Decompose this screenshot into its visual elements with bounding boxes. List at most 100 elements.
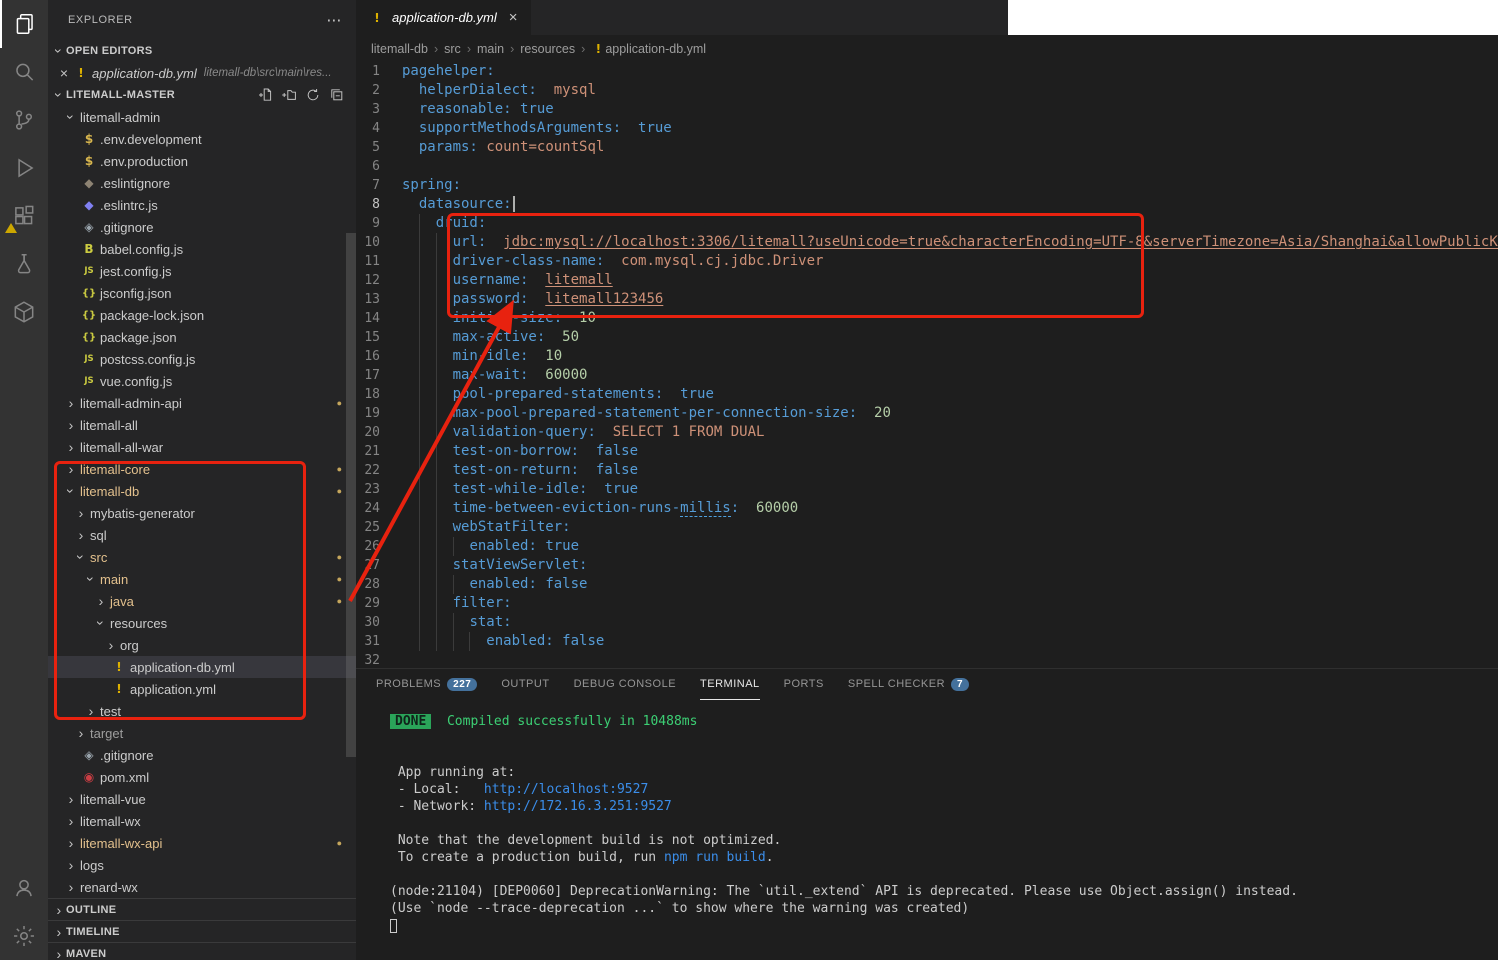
- code-line-9[interactable]: 9 druid:: [356, 214, 1498, 233]
- collapse-all-icon[interactable]: [328, 86, 346, 104]
- code-line-25[interactable]: 25 webStatFilter:: [356, 518, 1498, 537]
- more-actions-icon[interactable]: ⋯: [326, 11, 342, 29]
- tree-item-package.json[interactable]: {} package.json: [48, 326, 356, 348]
- tree-item-sql[interactable]: › sql: [48, 524, 356, 546]
- new-file-icon[interactable]: [256, 86, 274, 104]
- code-line-22[interactable]: 22 test-on-return: false: [356, 461, 1498, 480]
- code-line-14[interactable]: 14 initial-size: 10: [356, 309, 1498, 328]
- breadcrumb-main[interactable]: main: [477, 42, 504, 56]
- sidebar-scrollbar[interactable]: [346, 233, 356, 757]
- code-line-24[interactable]: 24 time-between-eviction-runs-millis: 60…: [356, 499, 1498, 518]
- tree-item-mybatis-generator[interactable]: › mybatis-generator: [48, 502, 356, 524]
- panel-tab-debug-console[interactable]: DEBUG CONSOLE: [574, 669, 676, 700]
- close-icon[interactable]: ×: [509, 9, 518, 26]
- panel-tab-problems[interactable]: PROBLEMS 227: [376, 669, 478, 700]
- code-line-31[interactable]: 31 enabled: false: [356, 632, 1498, 651]
- tree-item-application.yml[interactable]: ! application.yml: [48, 678, 356, 700]
- accounts-icon[interactable]: [0, 864, 48, 912]
- panel-tab-output[interactable]: OUTPUT: [501, 669, 549, 700]
- containers-icon[interactable]: [0, 288, 48, 336]
- tree-item-litemall-admin-api[interactable]: › litemall-admin-api ●: [48, 392, 356, 414]
- tree-item-jest.config.js[interactable]: JS jest.config.js: [48, 260, 356, 282]
- open-editor-item[interactable]: × ! application-db.yml litemall-db\src\m…: [48, 62, 356, 84]
- tree-item-pom.xml[interactable]: ◉ pom.xml: [48, 766, 356, 788]
- code-editor[interactable]: 1 pagehelper: 2 helperDialect: mysql 3 reas…: [356, 62, 1498, 668]
- code-line-21[interactable]: 21 test-on-borrow: false: [356, 442, 1498, 461]
- refresh-icon[interactable]: [304, 86, 322, 104]
- tree-item-logs[interactable]: › logs: [48, 854, 356, 876]
- tree-item-test[interactable]: › test: [48, 700, 356, 722]
- code-line-12[interactable]: 12 username: litemall: [356, 271, 1498, 290]
- tree-item-.gitignore[interactable]: ◈ .gitignore: [48, 216, 356, 238]
- code-line-13[interactable]: 13 password: litemall123456: [356, 290, 1498, 309]
- code-line-3[interactable]: 3 reasonable: true: [356, 100, 1498, 119]
- tree-item-jsconfig.json[interactable]: {} jsconfig.json: [48, 282, 356, 304]
- tree-item-.eslintrc.js[interactable]: ◆ .eslintrc.js: [48, 194, 356, 216]
- terminal-link[interactable]: http://localhost:9527: [484, 782, 648, 797]
- tree-item-application-db.yml[interactable]: ! application-db.yml: [48, 656, 356, 678]
- breadcrumb-file[interactable]: application-db.yml: [605, 42, 706, 56]
- tree-item-.gitignore[interactable]: ◈ .gitignore: [48, 744, 356, 766]
- breadcrumb[interactable]: litemall-db › src › main › resources ›! applicat…: [356, 35, 1498, 62]
- new-folder-icon[interactable]: [280, 86, 298, 104]
- tree-item-litemall-all[interactable]: › litemall-all: [48, 414, 356, 436]
- code-line-17[interactable]: 17 max-wait: 60000: [356, 366, 1498, 385]
- code-line-1[interactable]: 1 pagehelper:: [356, 62, 1498, 81]
- tree-item-.eslintignore[interactable]: ◆ .eslintignore: [48, 172, 356, 194]
- section-header-timeline[interactable]: › TIMELINE: [48, 920, 356, 942]
- code-line-2[interactable]: 2 helperDialect: mysql: [356, 81, 1498, 100]
- explorer-icon[interactable]: [0, 0, 48, 48]
- open-editors-header[interactable]: › OPEN EDITORS: [48, 40, 356, 62]
- code-line-28[interactable]: 28 enabled: false: [356, 575, 1498, 594]
- source-control-icon[interactable]: [0, 96, 48, 144]
- code-line-29[interactable]: 29 filter:: [356, 594, 1498, 613]
- run-and-debug-icon[interactable]: [0, 144, 48, 192]
- code-line-8[interactable]: 8 datasource:: [356, 195, 1498, 214]
- tree-item-package-lock.json[interactable]: {} package-lock.json: [48, 304, 356, 326]
- code-line-15[interactable]: 15 max-active: 50: [356, 328, 1498, 347]
- tree-item-litemall-all-war[interactable]: › litemall-all-war: [48, 436, 356, 458]
- code-line-7[interactable]: 7 spring:: [356, 176, 1498, 195]
- code-line-32[interactable]: 32: [356, 651, 1498, 668]
- tree-item-postcss.config.js[interactable]: JS postcss.config.js: [48, 348, 356, 370]
- tree-item-org[interactable]: › org: [48, 634, 356, 656]
- terminal-link[interactable]: npm run build: [664, 850, 766, 865]
- code-line-4[interactable]: 4 supportMethodsArguments: true: [356, 119, 1498, 138]
- tree-item-vue.config.js[interactable]: JS vue.config.js: [48, 370, 356, 392]
- tree-item-java[interactable]: › java ●: [48, 590, 356, 612]
- project-root-header[interactable]: › LITEMALL-MASTER: [48, 84, 356, 106]
- settings-icon[interactable]: [0, 912, 48, 960]
- breadcrumb-resources[interactable]: resources: [520, 42, 575, 56]
- code-line-20[interactable]: 20 validation-query: SELECT 1 FROM DUAL: [356, 423, 1498, 442]
- code-line-18[interactable]: 18 pool-prepared-statements: true: [356, 385, 1498, 404]
- terminal-output[interactable]: DONE Compiled successfully in 10488ms Ap…: [356, 700, 1498, 934]
- tree-item-.env.development[interactable]: $ .env.development: [48, 128, 356, 150]
- code-line-19[interactable]: 19 max-pool-prepared-statement-per-conne…: [356, 404, 1498, 423]
- code-line-11[interactable]: 11 driver-class-name: com.mysql.cj.jdbc.…: [356, 252, 1498, 271]
- terminal-link[interactable]: http://172.16.3.251:9527: [484, 799, 672, 814]
- code-line-23[interactable]: 23 test-while-idle: true: [356, 480, 1498, 499]
- tree-item-litemall-admin[interactable]: › litemall-admin: [48, 106, 356, 128]
- panel-tab-terminal[interactable]: TERMINAL: [700, 669, 760, 700]
- tree-item-litemall-wx-api[interactable]: › litemall-wx-api ●: [48, 832, 356, 854]
- extensions-icon[interactable]: [0, 192, 48, 240]
- code-line-6[interactable]: 6: [356, 157, 1498, 176]
- section-header-outline[interactable]: › OUTLINE: [48, 898, 356, 920]
- code-line-16[interactable]: 16 min-idle: 10: [356, 347, 1498, 366]
- tree-item-babel.config.js[interactable]: Bbabel.config.js: [48, 238, 356, 260]
- breadcrumb-src[interactable]: src: [444, 42, 461, 56]
- section-header-maven[interactable]: › MAVEN: [48, 942, 356, 960]
- tree-item-main[interactable]: › main ●: [48, 568, 356, 590]
- tree-item-litemall-vue[interactable]: › litemall-vue: [48, 788, 356, 810]
- code-line-30[interactable]: 30 stat:: [356, 613, 1498, 632]
- tree-item-src[interactable]: › src ●: [48, 546, 356, 568]
- tree-item-litemall-core[interactable]: › litemall-core ●: [48, 458, 356, 480]
- panel-tab-ports[interactable]: PORTS: [784, 669, 824, 700]
- panel-tab-spell-checker[interactable]: SPELL CHECKER 7: [848, 669, 970, 700]
- tree-item-resources[interactable]: › resources: [48, 612, 356, 634]
- tree-item-target[interactable]: › target: [48, 722, 356, 744]
- close-icon[interactable]: ×: [56, 65, 72, 81]
- breadcrumb-litemall-db[interactable]: litemall-db: [371, 42, 428, 56]
- code-line-26[interactable]: 26 enabled: true: [356, 537, 1498, 556]
- code-line-5[interactable]: 5 params: count=countSql: [356, 138, 1498, 157]
